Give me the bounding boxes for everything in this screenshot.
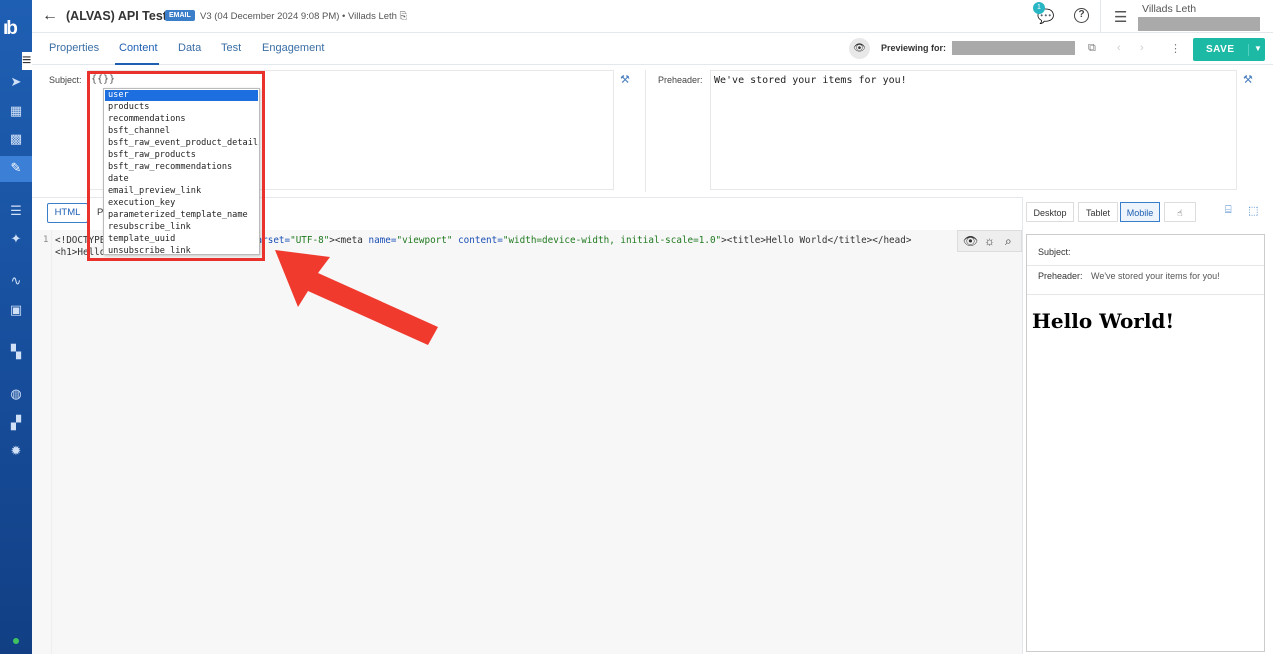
analytics-icon[interactable]: ∿ [8,273,24,289]
preview-subject-label: Subject: [1038,247,1071,257]
preview-eye-icon-2[interactable]: 👁 [963,234,978,248]
preview-heading: Hello World! [1032,309,1175,333]
magic-icon[interactable]: ✦ [8,231,24,247]
preview-divider [1027,265,1264,266]
divider [645,70,646,192]
prev-arrow-icon[interactable]: ‹ [1117,42,1121,54]
segments-icon[interactable]: ▦ [8,103,24,119]
search-icon[interactable]: ⌕ [1005,234,1012,249]
previewing-label: Previewing for: [881,43,947,53]
status-dot [13,638,19,644]
notifications-icon[interactable]: 💬 1 [1033,2,1054,25]
preheader-input[interactable] [710,70,1237,190]
version-info: V3 (04 December 2024 9:08 PM) • Villads … [200,11,408,22]
campaign-title: (ALVAS) API Test [66,9,167,23]
wand-icon-2[interactable]: ⚒ [1243,73,1253,86]
brightness-icon[interactable]: ☼ [984,234,995,248]
external-link-icon[interactable]: ⧉ [1088,42,1096,55]
hamburger-icon[interactable]: ☰ [1114,8,1127,26]
editor-toolbar: 👁 ☼ ⌕ [957,230,1022,252]
tab-data[interactable]: Data [178,42,201,54]
preview-eye-icon[interactable]: 👁 [849,38,870,59]
tab-content[interactable]: Content [119,42,158,54]
redacted-bar [1138,17,1260,31]
sliders-icon[interactable]: ☰ [8,203,24,219]
preview-preheader-text: We've stored your items for you! [1091,271,1220,281]
preheader-value: We've stored your items for you! [714,75,907,86]
app-logo: ıb [3,18,18,39]
subject-label: Subject: [49,75,82,85]
settings-gear-icon[interactable]: ✹ [8,443,24,459]
globe-icon[interactable]: ◍ [8,386,24,402]
send-icon[interactable]: ➤ [8,74,24,90]
preview-divider-2 [1027,294,1264,295]
top-bar: ← (ALVAS) API Test EMAIL V3 (04 December… [32,0,1273,33]
reports-icon[interactable]: ▣ [8,302,24,318]
archive-icon[interactable]: ⌸ [1225,204,1232,217]
email-badge: EMAIL [165,10,195,21]
save-button[interactable]: SAVE ▼ [1193,38,1265,61]
back-arrow-icon[interactable]: ← [42,7,58,25]
next-arrow-icon[interactable]: › [1140,42,1144,54]
tab-tablet[interactable]: Tablet [1078,202,1118,222]
qr-icon[interactable]: ▞ [8,415,24,431]
annotation-highlight-box [87,71,265,261]
apps-icon[interactable]: ▚ [8,344,24,360]
preview-user-select[interactable] [952,41,1075,55]
annotation-arrow [275,250,438,345]
tab-mobile[interactable]: Mobile [1120,202,1160,222]
tab-desktop[interactable]: Desktop [1026,202,1074,222]
tab-underline [115,63,159,65]
code-editor[interactable]: 1 <!DOCTYPE meta charset="UTF-8"><meta n… [32,230,1022,654]
left-nav-rail: ıb ➤ ▦ ▩ ✎ ☰ ✦ ∿ ▣ ▚ ◍ ▞ ✹ [0,0,32,654]
preview-preheader-label: Preheader: [1038,271,1083,281]
panel-divider [1022,197,1023,654]
tab-html[interactable]: HTML [47,203,88,223]
content-edit-icon[interactable]: ✎ [8,160,24,176]
tab-test[interactable]: Test [221,42,241,54]
save-dropdown-icon: ▼ [1248,44,1262,56]
tab-engagement[interactable]: Engagement [262,42,324,54]
user-name: Villads Leth [1142,3,1197,15]
select-element-icon[interactable]: ⬚ [1248,204,1258,217]
preheader-label: Preheader: [658,75,703,85]
content-tabs: Properties Content Data Test Engagement … [32,33,1273,65]
wand-icon[interactable]: ⚒ [620,73,630,86]
gutter [32,230,52,654]
more-options-icon[interactable]: ⋮ [1170,42,1181,55]
line-number: 1 [43,235,49,245]
audience-icon[interactable]: ▩ [8,131,24,147]
mobile-preview: Subject: Preheader: We've stored your it… [1026,234,1265,652]
user-menu[interactable]: ☰ Villads Leth [1100,0,1273,33]
tab-properties[interactable]: Properties [49,42,99,54]
pointer-mode-icon[interactable]: ☝ [1164,202,1196,222]
help-icon[interactable]: ? [1074,8,1089,23]
